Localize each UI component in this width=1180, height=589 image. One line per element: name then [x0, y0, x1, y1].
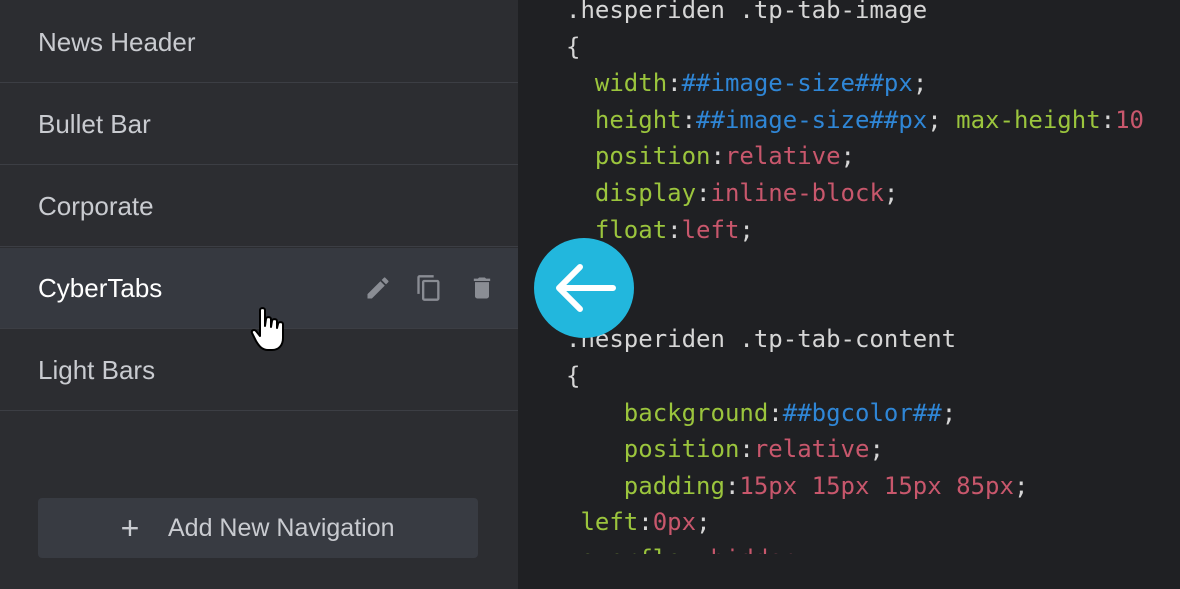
code-token: ; — [912, 69, 928, 98]
code-token: px — [883, 69, 913, 98]
nav-item-news-header[interactable]: News Header — [0, 2, 518, 83]
nav-item-label: Corporate — [38, 191, 154, 221]
nav-item-corporate[interactable]: Corporate — [0, 166, 518, 247]
code-token: ; — [883, 179, 899, 207]
code-token: hidden — [711, 545, 798, 554]
code-token: : — [667, 69, 682, 98]
code-token: ##bgcolor## — [782, 398, 942, 427]
code-line: height:##image-size##px; max-height:10 — [566, 102, 1144, 138]
code-token: 10 — [1115, 105, 1145, 134]
code-line: padding:15px 15px 15px 85px; — [566, 468, 1029, 504]
code-token: overflow — [566, 545, 696, 554]
code-token: : — [739, 435, 754, 464]
code-token: ; — [797, 545, 811, 554]
code-line: position:relative; — [566, 431, 884, 467]
code-token: ; — [840, 142, 855, 171]
code-token: position — [566, 435, 740, 464]
code-token: max-height — [956, 105, 1101, 134]
code-line: left:0px; — [566, 504, 711, 540]
code-line: { — [566, 29, 580, 65]
code-token: display — [566, 179, 697, 207]
code-token: : — [667, 215, 682, 244]
code-token: 0px — [652, 508, 697, 537]
code-token: relative — [724, 142, 841, 171]
code-token: 15px 15px 15px 85px — [739, 471, 1014, 500]
code-token: ; — [869, 435, 884, 464]
code-line: .hesperiden .tp-tab-image — [566, 0, 927, 28]
code-token: padding — [566, 471, 725, 500]
code-token: inline-block — [710, 179, 884, 207]
code-line: width:##image-size##px; — [566, 65, 927, 101]
code-token: height — [566, 105, 682, 134]
code-line: overflow:hidden; — [566, 541, 811, 554]
trash-icon[interactable] — [468, 274, 496, 302]
code-token: ; — [927, 105, 957, 134]
code-token: width — [566, 69, 668, 98]
code-token: .hesperiden .tp-tab-image — [566, 0, 928, 24]
code-token: px — [898, 105, 928, 134]
code-token: ##image-size## — [681, 69, 884, 98]
add-navigation-label: Add New Navigation — [168, 514, 395, 542]
nav-item-label: Light Bars — [38, 355, 156, 385]
code-token: ##image-size## — [696, 105, 899, 134]
code-token: position — [566, 142, 711, 171]
arrow-left-icon — [556, 264, 616, 312]
nav-item-label: News Header — [38, 27, 196, 57]
code-token: background — [566, 398, 769, 427]
nav-item-bullet-bar[interactable]: Bullet Bar — [0, 84, 518, 165]
code-token: left — [566, 508, 639, 537]
code-token: ; — [941, 398, 957, 427]
navigation-sidebar: News Header Bullet Bar Corporate CyberTa… — [0, 0, 518, 589]
code-token: relative — [753, 435, 870, 464]
code-token: : — [696, 545, 710, 554]
back-button[interactable] — [534, 238, 634, 338]
code-line: display:inline-block; — [566, 175, 898, 211]
nav-item-label: CyberTabs — [38, 273, 163, 303]
copy-icon[interactable] — [415, 274, 443, 302]
code-token: : — [1100, 105, 1116, 134]
add-navigation-button[interactable]: + Add New Navigation — [38, 498, 478, 558]
hand-cursor-icon — [250, 306, 294, 354]
pencil-icon[interactable] — [364, 274, 392, 302]
code-token: ; — [696, 508, 711, 537]
code-line: position:relative; — [566, 138, 855, 174]
code-line: { — [566, 358, 580, 394]
plus-icon: + — [120, 510, 140, 546]
code-token: : — [768, 398, 783, 427]
code-token: : — [710, 142, 725, 171]
code-token: : — [696, 179, 711, 207]
code-token: : — [681, 105, 697, 134]
code-token: { — [566, 362, 581, 390]
code-token: left — [681, 215, 740, 244]
code-token: ; — [739, 215, 754, 244]
code-line: background:##bgcolor##; — [566, 395, 956, 431]
code-token: : — [724, 471, 740, 500]
code-token: : — [638, 508, 653, 537]
code-token: { — [566, 32, 581, 61]
nav-item-label: Bullet Bar — [38, 109, 151, 139]
code-token: ; — [1013, 471, 1029, 500]
